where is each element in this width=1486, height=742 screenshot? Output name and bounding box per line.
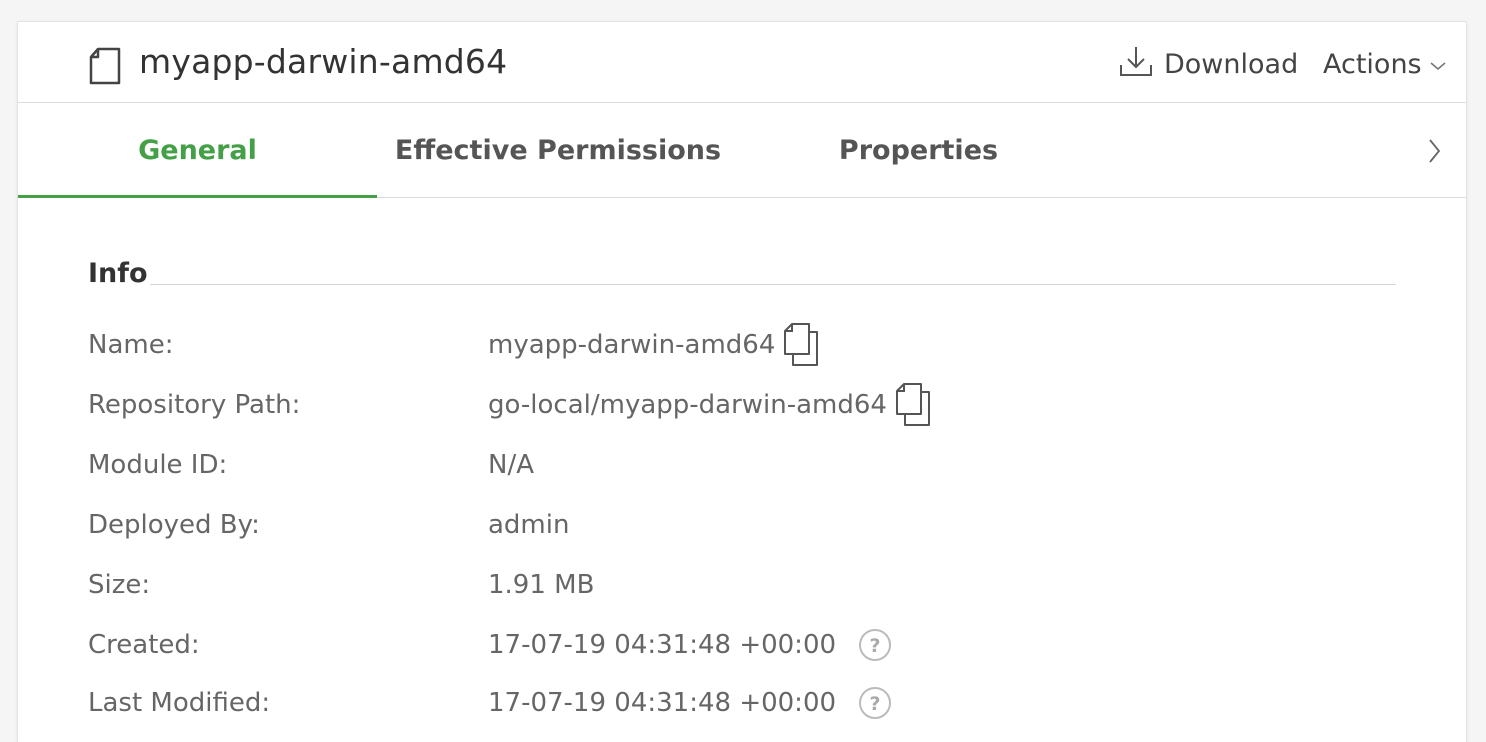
- info-value: admin: [488, 505, 569, 545]
- download-button[interactable]: Download: [1118, 44, 1298, 84]
- info-label: Module ID:: [88, 450, 228, 480]
- tab-properties[interactable]: Properties: [739, 103, 1098, 197]
- info-value: go-local/myapp-darwin-amd64: [488, 382, 933, 428]
- download-label: Download: [1164, 48, 1299, 80]
- last-modified-value: 17-07-19 04:31:48 +00:00: [488, 688, 837, 718]
- svg-text:?: ?: [870, 693, 881, 715]
- panel-header: myapp-darwin-amd64 Download Actions: [18, 22, 1466, 103]
- info-row-deployed-by: Deployed By: admin: [88, 505, 1388, 545]
- actions-label: Actions: [1323, 48, 1422, 80]
- tab-effective-permissions[interactable]: Effective Permissions: [377, 103, 739, 197]
- info-label: Size:: [88, 570, 151, 600]
- info-row-last-modified: Last Modified: 17-07-19 04:31:48 +00:00 …: [88, 683, 1388, 723]
- info-label: Last Modified:: [88, 688, 271, 718]
- info-value: myapp-darwin-amd64: [488, 322, 821, 368]
- info-label: Created:: [88, 630, 200, 660]
- name-value: myapp-darwin-amd64: [488, 330, 776, 360]
- repository-path-value: go-local/myapp-darwin-amd64: [488, 390, 887, 420]
- size-value: 1.91 MB: [488, 570, 595, 600]
- info-value: 1.91 MB: [488, 565, 594, 605]
- file-icon: [88, 47, 122, 89]
- chevron-down-icon: [1428, 49, 1448, 80]
- page-title: myapp-darwin-amd64: [139, 42, 508, 81]
- info-label: Deployed By:: [88, 510, 260, 540]
- deployed-by-value: admin: [488, 510, 570, 540]
- info-value: 17-07-19 04:31:48 +00:00 ?: [488, 683, 892, 723]
- tab-general[interactable]: General: [18, 103, 377, 198]
- info-row-created: Created: 17-07-19 04:31:48 +00:00 ?: [88, 625, 1388, 665]
- copy-icon[interactable]: [783, 322, 821, 368]
- download-icon: [1118, 44, 1154, 85]
- info-value: 17-07-19 04:31:48 +00:00 ?: [488, 625, 892, 665]
- tab-label: General: [138, 134, 257, 166]
- help-icon[interactable]: ?: [858, 628, 892, 662]
- section-divider: [150, 284, 1396, 285]
- tab-bar: General Effective Permissions Properties: [18, 103, 1466, 198]
- actions-menu-button[interactable]: Actions: [1323, 44, 1448, 84]
- info-label: Name:: [88, 330, 174, 360]
- info-section-title: Info: [88, 258, 148, 289]
- tab-label: Effective Permissions: [394, 134, 722, 166]
- info-row-repository-path: Repository Path: go-local/myapp-darwin-a…: [88, 382, 1388, 428]
- svg-text:?: ?: [870, 635, 881, 657]
- chevron-right-icon[interactable]: [1424, 136, 1444, 170]
- module-id-value: N/A: [488, 450, 534, 480]
- info-label: Repository Path:: [88, 390, 301, 420]
- artifact-panel: myapp-darwin-amd64 Download Actions Gene: [18, 22, 1466, 742]
- copy-icon[interactable]: [895, 382, 933, 428]
- info-row-size: Size: 1.91 MB: [88, 565, 1388, 605]
- created-value: 17-07-19 04:31:48 +00:00: [488, 630, 837, 660]
- info-row-module-id: Module ID: N/A: [88, 445, 1388, 485]
- help-icon[interactable]: ?: [858, 686, 892, 720]
- info-row-name: Name: myapp-darwin-amd64: [88, 322, 1388, 368]
- tab-label: Properties: [838, 134, 999, 166]
- info-value: N/A: [488, 445, 534, 485]
